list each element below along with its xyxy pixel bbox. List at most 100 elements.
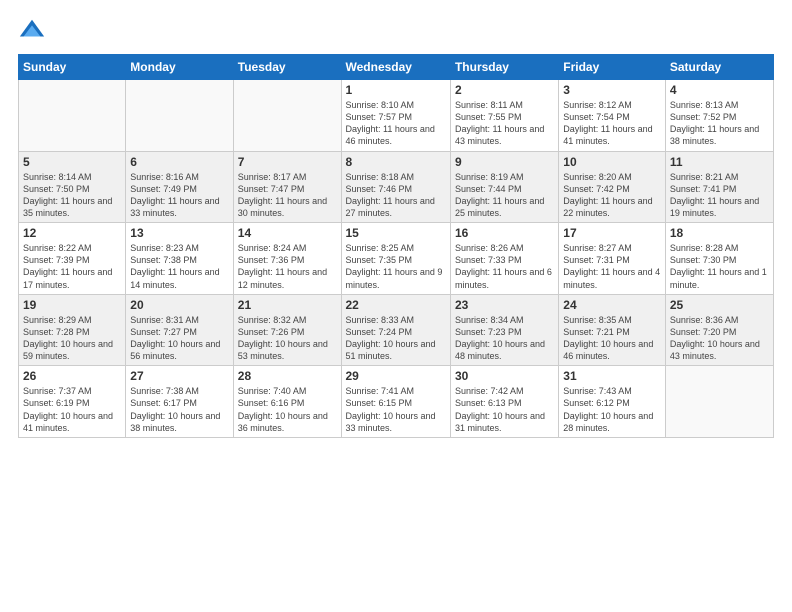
week-row-0: 1 Sunrise: 8:10 AMSunset: 7:57 PMDaylight… [19, 80, 774, 152]
calendar-cell: 15 Sunrise: 8:25 AMSunset: 7:35 PMDayligh… [341, 223, 450, 295]
logo [18, 16, 50, 44]
day-number: 10 [563, 155, 661, 169]
day-info: Sunrise: 8:16 AMSunset: 7:49 PMDaylight:… [130, 171, 228, 220]
day-info: Sunrise: 8:14 AMSunset: 7:50 PMDaylight:… [23, 171, 121, 220]
calendar-cell: 9Sunrise: 8:19 AMSunset: 7:44 PMDaylight… [450, 151, 558, 223]
day-info: Sunrise: 7:42 AMSunset: 6:13 PMDaylight:… [455, 385, 554, 434]
calendar-cell: 13 Sunrise: 8:23 AMSunset: 7:38 PMDayligh… [126, 223, 233, 295]
day-number: 21 [238, 298, 337, 312]
day-info: Sunrise: 8:22 AMSunset: 7:39 PMDaylight:… [23, 242, 121, 291]
day-info: Sunrise: 8:36 AMSunset: 7:20 PMDaylight:… [670, 314, 769, 363]
calendar-cell: 31 Sunrise: 7:43 AMSunset: 6:12 PMDayligh… [559, 366, 666, 438]
calendar-cell [126, 80, 233, 152]
calendar-cell: 30 Sunrise: 7:42 AMSunset: 6:13 PMDayligh… [450, 366, 558, 438]
calendar-cell [665, 366, 773, 438]
day-info: Sunrise: 7:38 AMSunset: 6:17 PMDaylight:… [130, 385, 228, 434]
day-number: 13 [130, 226, 228, 240]
calendar-cell: 1 Sunrise: 8:10 AMSunset: 7:57 PMDaylight… [341, 80, 450, 152]
day-info: Sunrise: 8:33 AMSunset: 7:24 PMDaylight:… [346, 314, 446, 363]
header-friday: Friday [559, 55, 666, 80]
day-number: 3 [563, 83, 661, 97]
day-number: 12 [23, 226, 121, 240]
day-number: 28 [238, 369, 337, 383]
calendar-cell: 20Sunrise: 8:31 AMSunset: 7:27 PMDayligh… [126, 294, 233, 366]
day-info: Sunrise: 8:17 AMSunset: 7:47 PMDaylight:… [238, 171, 337, 220]
day-info: Sunrise: 7:40 AMSunset: 6:16 PMDaylight:… [238, 385, 337, 434]
calendar-cell: 3 Sunrise: 8:12 AMSunset: 7:54 PMDaylight… [559, 80, 666, 152]
header-sunday: Sunday [19, 55, 126, 80]
day-number: 31 [563, 369, 661, 383]
calendar-cell: 25 Sunrise: 8:36 AMSunset: 7:20 PMDayligh… [665, 294, 773, 366]
calendar-cell: 10 Sunrise: 8:20 AMSunset: 7:42 PMDayligh… [559, 151, 666, 223]
week-row-2: 12 Sunrise: 8:22 AMSunset: 7:39 PMDayligh… [19, 223, 774, 295]
day-info: Sunrise: 8:23 AMSunset: 7:38 PMDaylight:… [130, 242, 228, 291]
day-info: Sunrise: 8:25 AMSunset: 7:35 PMDaylight:… [346, 242, 446, 291]
week-row-4: 26Sunrise: 7:37 AMSunset: 6:19 PMDayligh… [19, 366, 774, 438]
calendar-cell [19, 80, 126, 152]
day-info: Sunrise: 8:11 AMSunset: 7:55 PMDaylight:… [455, 99, 554, 148]
calendar: SundayMondayTuesdayWednesdayThursdayFrid… [18, 54, 774, 438]
day-number: 24 [563, 298, 661, 312]
calendar-cell: 12 Sunrise: 8:22 AMSunset: 7:39 PMDayligh… [19, 223, 126, 295]
day-info: Sunrise: 8:19 AMSunset: 7:44 PMDaylight:… [455, 171, 554, 220]
day-info: Sunrise: 8:35 AMSunset: 7:21 PMDaylight:… [563, 314, 661, 363]
day-info: Sunrise: 7:37 AMSunset: 6:19 PMDaylight:… [23, 385, 121, 434]
day-number: 11 [670, 155, 769, 169]
calendar-cell: 18 Sunrise: 8:28 AMSunset: 7:30 PMDayligh… [665, 223, 773, 295]
header [18, 16, 774, 44]
day-info: Sunrise: 8:12 AMSunset: 7:54 PMDaylight:… [563, 99, 661, 148]
day-number: 16 [455, 226, 554, 240]
day-number: 2 [455, 83, 554, 97]
day-number: 19 [23, 298, 121, 312]
day-number: 20 [130, 298, 228, 312]
day-info: Sunrise: 8:28 AMSunset: 7:30 PMDaylight:… [670, 242, 769, 291]
day-number: 25 [670, 298, 769, 312]
calendar-cell: 4Sunrise: 8:13 AMSunset: 7:52 PMDaylight… [665, 80, 773, 152]
day-info: Sunrise: 7:43 AMSunset: 6:12 PMDaylight:… [563, 385, 661, 434]
calendar-cell: 11 Sunrise: 8:21 AMSunset: 7:41 PMDayligh… [665, 151, 773, 223]
calendar-cell: 14 Sunrise: 8:24 AMSunset: 7:36 PMDayligh… [233, 223, 341, 295]
day-number: 1 [346, 83, 446, 97]
day-number: 14 [238, 226, 337, 240]
header-saturday: Saturday [665, 55, 773, 80]
calendar-cell: 19 Sunrise: 8:29 AMSunset: 7:28 PMDayligh… [19, 294, 126, 366]
day-info: Sunrise: 8:10 AMSunset: 7:57 PMDaylight:… [346, 99, 446, 148]
header-tuesday: Tuesday [233, 55, 341, 80]
day-info: Sunrise: 8:24 AMSunset: 7:36 PMDaylight:… [238, 242, 337, 291]
day-number: 29 [346, 369, 446, 383]
header-thursday: Thursday [450, 55, 558, 80]
day-info: Sunrise: 8:32 AMSunset: 7:26 PMDaylight:… [238, 314, 337, 363]
day-number: 17 [563, 226, 661, 240]
calendar-cell: 2 Sunrise: 8:11 AMSunset: 7:55 PMDaylight… [450, 80, 558, 152]
day-number: 27 [130, 369, 228, 383]
calendar-cell: 29Sunrise: 7:41 AMSunset: 6:15 PMDayligh… [341, 366, 450, 438]
day-number: 23 [455, 298, 554, 312]
calendar-cell: 8 Sunrise: 8:18 AMSunset: 7:46 PMDaylight… [341, 151, 450, 223]
day-number: 18 [670, 226, 769, 240]
day-info: Sunrise: 8:27 AMSunset: 7:31 PMDaylight:… [563, 242, 661, 291]
calendar-cell: 24 Sunrise: 8:35 AMSunset: 7:21 PMDayligh… [559, 294, 666, 366]
day-info: Sunrise: 8:18 AMSunset: 7:46 PMDaylight:… [346, 171, 446, 220]
day-info: Sunrise: 8:29 AMSunset: 7:28 PMDaylight:… [23, 314, 121, 363]
day-number: 15 [346, 226, 446, 240]
week-row-3: 19 Sunrise: 8:29 AMSunset: 7:28 PMDayligh… [19, 294, 774, 366]
day-info: Sunrise: 8:26 AMSunset: 7:33 PMDaylight:… [455, 242, 554, 291]
calendar-cell: 28 Sunrise: 7:40 AMSunset: 6:16 PMDayligh… [233, 366, 341, 438]
day-number: 4 [670, 83, 769, 97]
calendar-cell: 17 Sunrise: 8:27 AMSunset: 7:31 PMDayligh… [559, 223, 666, 295]
day-number: 5 [23, 155, 121, 169]
calendar-cell: 7Sunrise: 8:17 AMSunset: 7:47 PMDaylight… [233, 151, 341, 223]
calendar-cell: 23Sunrise: 8:34 AMSunset: 7:23 PMDayligh… [450, 294, 558, 366]
day-number: 8 [346, 155, 446, 169]
calendar-header-row: SundayMondayTuesdayWednesdayThursdayFrid… [19, 55, 774, 80]
day-number: 30 [455, 369, 554, 383]
header-monday: Monday [126, 55, 233, 80]
calendar-cell: 26Sunrise: 7:37 AMSunset: 6:19 PMDayligh… [19, 366, 126, 438]
day-info: Sunrise: 8:20 AMSunset: 7:42 PMDaylight:… [563, 171, 661, 220]
page: SundayMondayTuesdayWednesdayThursdayFrid… [0, 0, 792, 612]
day-number: 6 [130, 155, 228, 169]
day-number: 22 [346, 298, 446, 312]
day-info: Sunrise: 8:21 AMSunset: 7:41 PMDaylight:… [670, 171, 769, 220]
calendar-cell: 5 Sunrise: 8:14 AMSunset: 7:50 PMDaylight… [19, 151, 126, 223]
logo-icon [18, 16, 46, 44]
